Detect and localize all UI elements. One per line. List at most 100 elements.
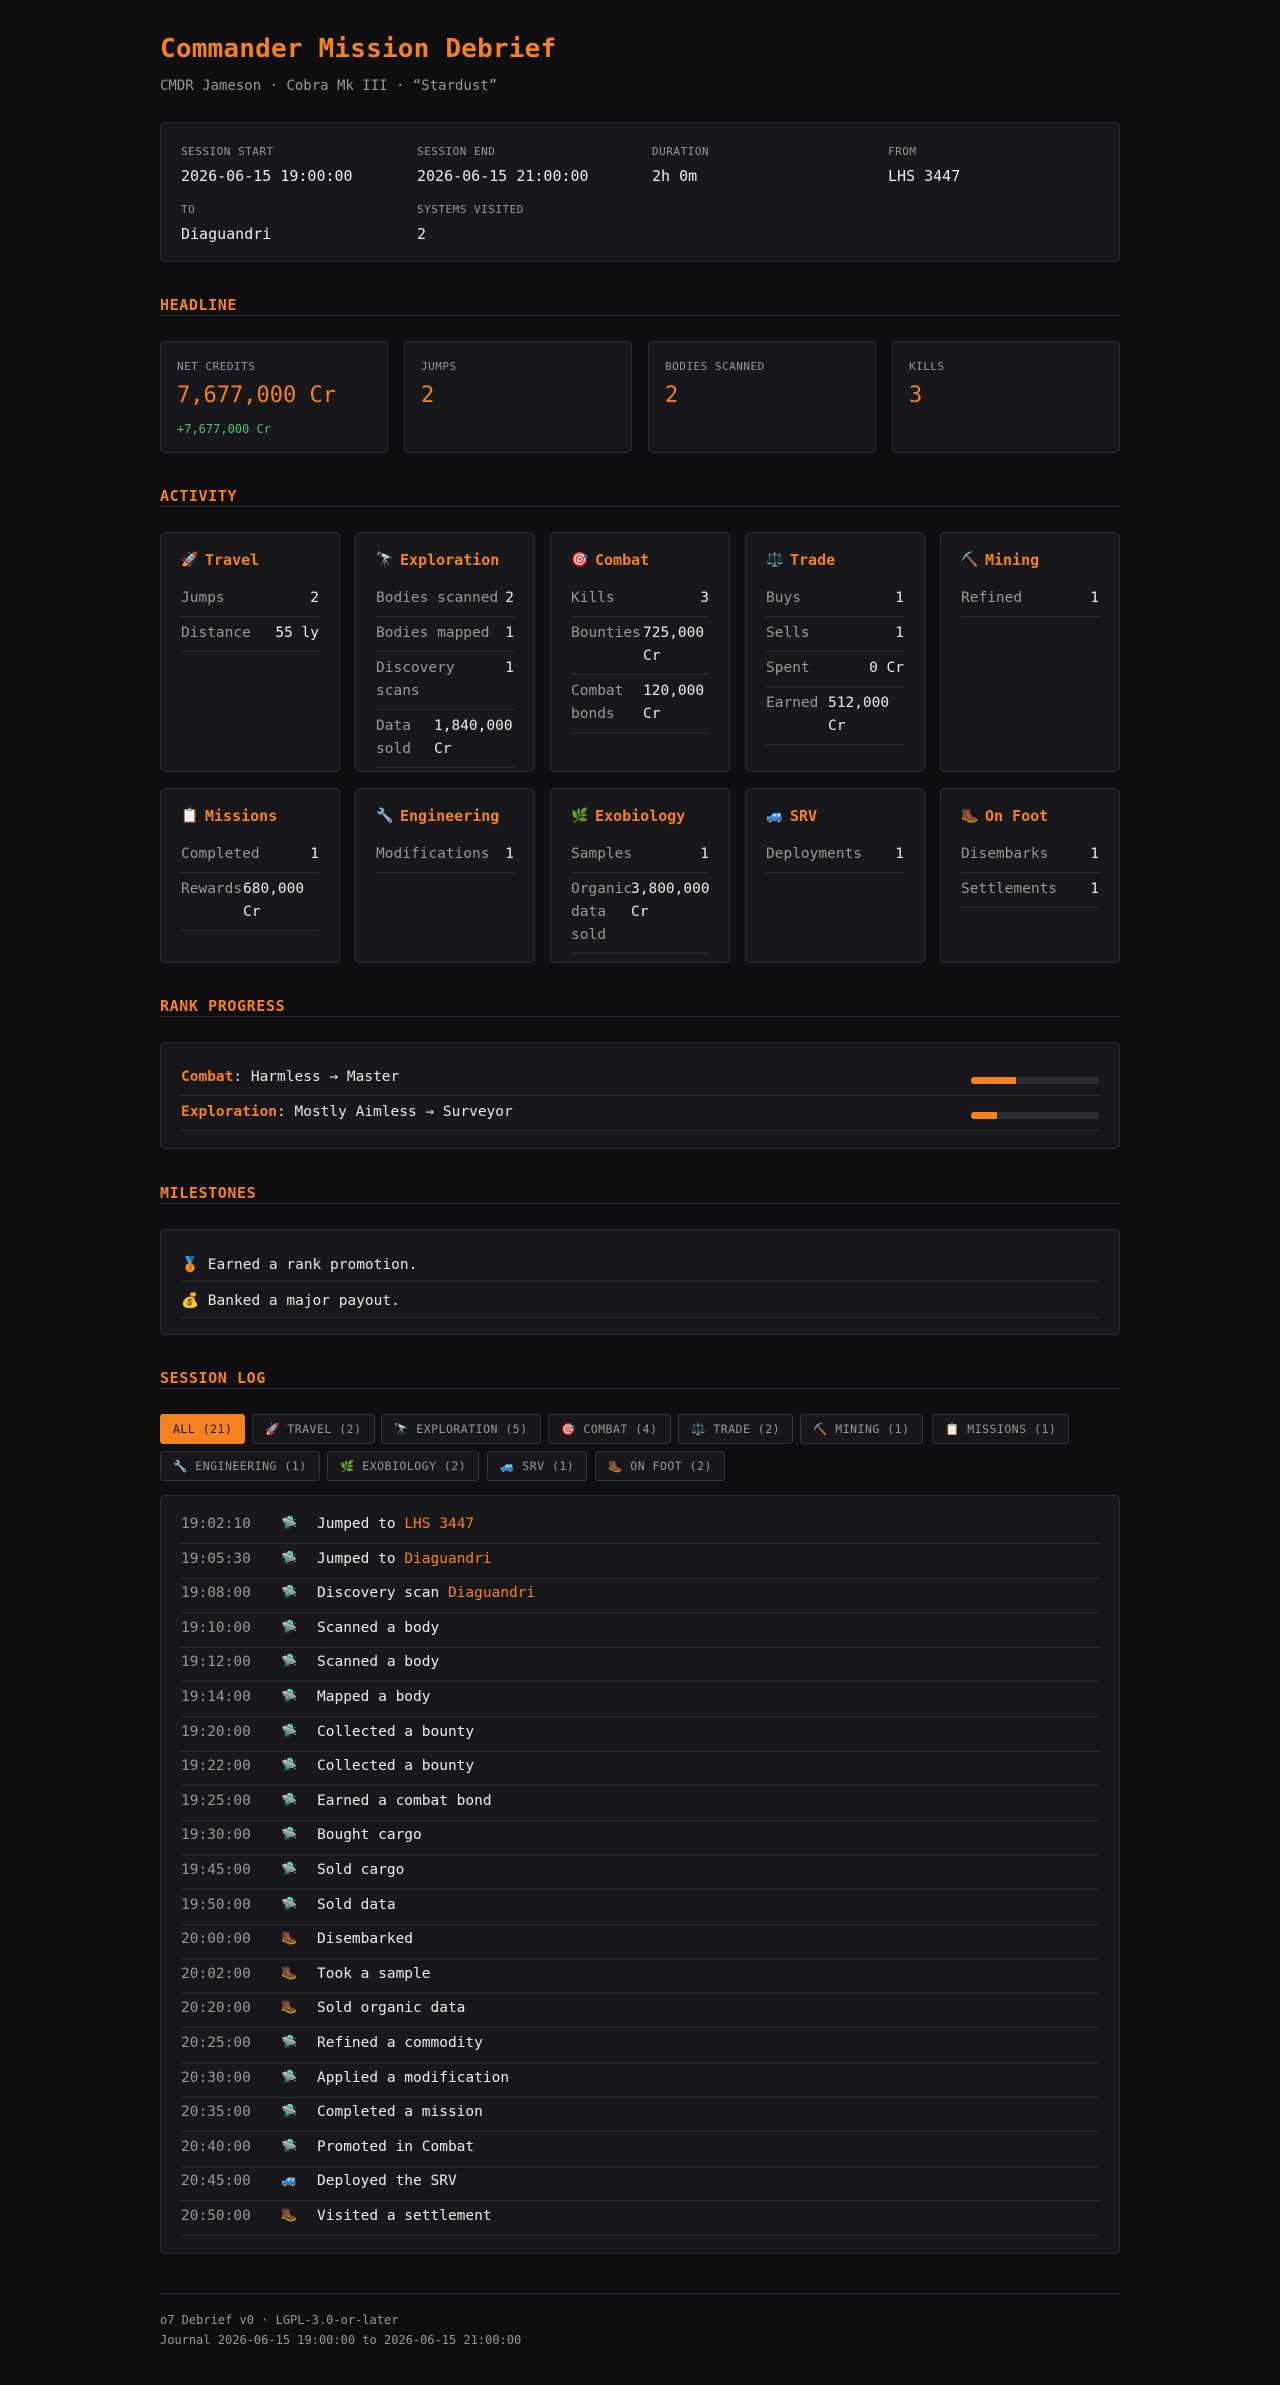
- section-title: HEADLINE: [160, 296, 238, 314]
- footer-journal-range: Journal 2026-06-15 19:00:00 to 2026-06-1…: [160, 2333, 522, 2347]
- log-message: Took a sample: [317, 1965, 431, 1982]
- ship-icon: 🛸: [281, 1758, 298, 1774]
- rank-text: : Harmless → Master: [233, 1069, 400, 1085]
- log-message: Disembarked: [317, 1931, 414, 1948]
- telescope-icon: 🔭: [394, 1422, 409, 1436]
- ship-icon: 🛸: [281, 1654, 298, 1670]
- log-message: Completed a mission: [317, 2104, 483, 2121]
- stat-row: Deployments 1: [766, 838, 904, 873]
- filter-chip-missions[interactable]: 📋 MISSIONS (1): [932, 1414, 1070, 1444]
- log-message: Earned a combat bond: [317, 1792, 492, 1809]
- log-message: Scanned a body: [317, 1654, 440, 1671]
- log-message: Collected a bounty: [317, 1723, 475, 1740]
- log-message: Jumped to LHS 3447: [317, 1516, 475, 1532]
- filter-chip-srv[interactable]: 🚙 SRV (1): [487, 1451, 588, 1481]
- kpi-net-credits: NET CREDITS 7,677,000 Cr +7,677,000 Cr: [160, 341, 388, 453]
- log-entry: 19:25:00 🛸 Earned a combat bond: [181, 1786, 1099, 1821]
- medal-icon: 🥉: [181, 1257, 200, 1273]
- filter-chip-on-foot[interactable]: 🥾 ON FOOT (2): [595, 1451, 725, 1481]
- log-time: 20:40:00: [181, 2138, 251, 2155]
- meta-label: TO: [181, 203, 196, 216]
- system-link[interactable]: LHS 3447: [404, 1516, 474, 1532]
- meta-value: 2: [417, 225, 427, 243]
- log-entry: 19:50:00 🛸 Sold data: [181, 1890, 1099, 1925]
- log-time: 19:22:00: [181, 1758, 251, 1775]
- log-time: 20:02:00: [181, 1965, 251, 1982]
- stat-row: Settlements 1: [961, 873, 1099, 908]
- log-message: Visited a settlement: [317, 2208, 492, 2224]
- log-entry: 20:50:00 🥾 Visited a settlement: [181, 2201, 1099, 2236]
- kpi-jumps: JUMPS 2: [404, 341, 632, 453]
- log-entry: 20:25:00 🛸 Refined a commodity: [181, 2028, 1099, 2063]
- filter-chip-mining[interactable]: ⛏️ MINING (1): [800, 1414, 923, 1444]
- section-title: ACTIVITY: [160, 487, 238, 505]
- filter-chip-trade[interactable]: ⚖️ TRADE (2): [678, 1414, 794, 1444]
- meta-from: FROM LHS 3447: [888, 145, 1118, 185]
- log-message: Collected a bounty: [317, 1758, 475, 1775]
- filter-chip-combat[interactable]: 🎯 COMBAT (4): [548, 1414, 671, 1444]
- kpi-value: 2: [665, 383, 679, 408]
- activity-card-srv: 🚙 SRV Deployments 1: [745, 788, 925, 963]
- log-entry: 20:45:00 🚙 Deployed the SRV: [181, 2166, 1099, 2202]
- scales-icon: ⚖️: [766, 552, 784, 568]
- log-time: 19:50:00: [181, 1896, 251, 1913]
- log-time: 19:45:00: [181, 1862, 251, 1878]
- stat-row: Completed 1: [181, 838, 319, 873]
- log-entry: 20:00:00 🥾 Disembarked: [181, 1924, 1099, 1960]
- stat-row: Bodies scanned 2: [376, 582, 514, 617]
- boot-icon: 🥾: [281, 2208, 298, 2223]
- ship-icon: 🛸: [281, 2104, 298, 2120]
- ship-icon: 🛸: [281, 2138, 298, 2154]
- ship-icon: 🛸: [281, 1619, 298, 1635]
- filter-chip-engineering[interactable]: 🔧 ENGINEERING (1): [160, 1451, 320, 1481]
- meta-label: SESSION START: [181, 145, 274, 158]
- log-entry: 19:14:00 🛸 Mapped a body: [181, 1682, 1099, 1717]
- log-time: 19:14:00: [181, 1689, 251, 1705]
- filter-chip-travel[interactable]: 🚀 TRAVEL (2): [252, 1414, 375, 1444]
- kpi-label: BODIES SCANNED: [665, 360, 765, 373]
- filter-chip-exploration[interactable]: 🔭 EXPLORATION (5): [381, 1414, 541, 1444]
- card-title: Trade: [790, 551, 836, 569]
- section-title: MILESTONES: [160, 1184, 257, 1202]
- milestones-panel: 🥉 Earned a rank promotion. 💰 Banked a ma…: [160, 1229, 1120, 1335]
- activity-card-engineering: 🔧 Engineering Modifications 1: [355, 788, 535, 963]
- stat-row: Jumps 2: [181, 582, 319, 617]
- log-time: 19:08:00: [181, 1585, 251, 1602]
- footer: o7 Debrief v0 · LGPL-3.0-or-later Journa…: [160, 2293, 1120, 2347]
- log-message: Mapped a body: [317, 1689, 431, 1705]
- log-entry: 19:20:00 🛸 Collected a bounty: [181, 1717, 1099, 1752]
- log-time: 20:00:00: [181, 1931, 251, 1948]
- section-activity: ACTIVITY: [160, 487, 1120, 507]
- log-entry: 20:02:00 🥾 Took a sample: [181, 1959, 1099, 1994]
- rocket-icon: 🚀: [265, 1422, 280, 1436]
- log-time: 19:02:10: [181, 1516, 251, 1532]
- clipboard-icon: 📋: [945, 1422, 960, 1436]
- activity-card-travel: 🚀 Travel Jumps 2 Distance 55 ly: [160, 532, 340, 772]
- filter-chip-exobiology[interactable]: 🌿 EXOBIOLOGY (2): [327, 1451, 480, 1481]
- log-message: Refined a commodity: [317, 2035, 483, 2051]
- page-subtitle: CMDR Jameson · Cobra Mk III · “Stardust”: [160, 78, 498, 94]
- clipboard-icon: 📋: [181, 808, 199, 824]
- activity-card-mining: ⛏️ Mining Refined 1: [940, 532, 1120, 772]
- log-entry: 20:35:00 🛸 Completed a mission: [181, 2097, 1099, 2133]
- stat-row: Bounties 725,000 Cr: [571, 617, 709, 675]
- kpi-bodies-scanned: BODIES SCANNED 2: [648, 341, 876, 453]
- system-link[interactable]: Diaguandri: [404, 1551, 491, 1567]
- rover-icon: 🚙: [766, 808, 784, 824]
- stat-row: Spent 0 Cr: [766, 652, 904, 687]
- milestone-item: 🥉 Earned a rank promotion.: [181, 1247, 1099, 1282]
- rank-row-exploration: Exploration: Mostly Aimless → Surveyor: [181, 1096, 1099, 1131]
- card-title: Travel: [205, 551, 260, 569]
- card-title: Engineering: [400, 807, 500, 825]
- meta-label: DURATION: [652, 145, 709, 158]
- page-title: Commander Mission Debrief: [160, 34, 557, 64]
- filter-chip-all[interactable]: ALL (21): [160, 1414, 246, 1444]
- kpi-kills: KILLS 3: [892, 341, 1120, 453]
- stat-row: Distance 55 ly: [181, 617, 319, 652]
- stat-row: Organic data sold 3,800,000 Cr: [571, 873, 710, 954]
- system-link[interactable]: Diaguandri: [448, 1585, 535, 1601]
- log-message: Sold data: [317, 1896, 396, 1913]
- boot-icon: 🥾: [281, 1931, 298, 1947]
- log-time: 19:25:00: [181, 1792, 251, 1809]
- meta-to: TO Diaguandri: [181, 203, 411, 243]
